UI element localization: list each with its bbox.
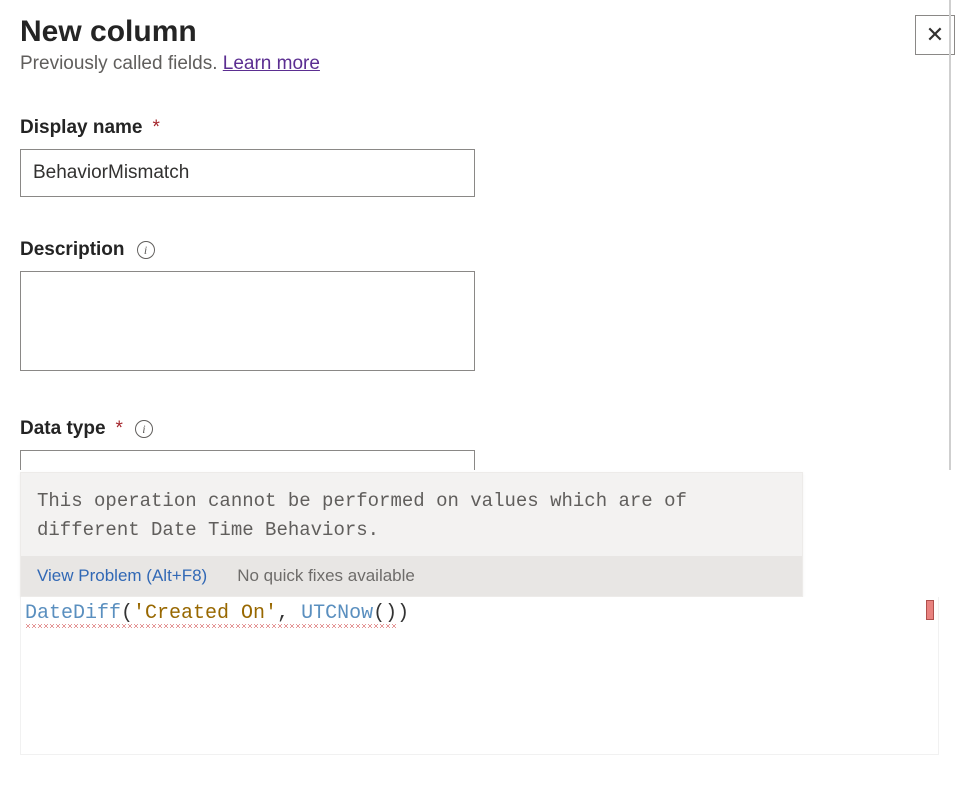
description-input[interactable] (20, 271, 475, 371)
error-message: This operation cannot be performed on va… (21, 473, 802, 556)
required-indicator: * (153, 117, 160, 139)
panel-right-border (949, 0, 951, 470)
token-paren: ) (397, 602, 409, 625)
info-icon[interactable]: i (135, 420, 153, 438)
data-type-label-text: Data type (20, 418, 106, 440)
display-name-label: Display name * (20, 117, 955, 139)
view-problem-link[interactable]: View Problem (Alt+F8) (37, 566, 207, 586)
token-comma: , (277, 602, 301, 625)
info-icon[interactable]: i (137, 241, 155, 259)
header-row: New column Previously called fields. Lea… (20, 15, 955, 75)
header-left: New column Previously called fields. Lea… (20, 15, 320, 75)
tooltip-action-bar: View Problem (Alt+F8) No quick fixes ava… (21, 556, 802, 596)
formula-section: This operation cannot be performed on va… (20, 472, 955, 755)
formula-editor[interactable]: DateDiff('Created On', UTCNow()) (20, 597, 939, 755)
required-indicator: * (116, 418, 123, 440)
display-name-input[interactable] (20, 149, 475, 197)
token-function: DateDiff (25, 602, 121, 625)
formula-error-underline: DateDiff('Created On', UTCNow() (25, 602, 397, 628)
no-quick-fixes-text: No quick fixes available (237, 566, 415, 586)
token-paren: ) (385, 602, 397, 625)
data-type-select[interactable] (20, 450, 475, 470)
learn-more-link[interactable]: Learn more (223, 53, 320, 74)
subtitle-prefix: Previously called fields. (20, 53, 223, 74)
description-field: Description i (20, 239, 955, 376)
page-title: New column (20, 15, 320, 49)
data-type-field: Data type * i (20, 418, 955, 470)
token-paren: ( (373, 602, 385, 625)
token-string: 'Created On' (133, 602, 277, 625)
description-label-text: Description (20, 239, 125, 261)
data-type-label: Data type * i (20, 418, 955, 440)
description-label: Description i (20, 239, 955, 261)
error-tooltip: This operation cannot be performed on va… (20, 472, 803, 597)
scrollbar-marker[interactable] (926, 600, 934, 620)
token-function: UTCNow (301, 602, 373, 625)
token-paren: ( (121, 602, 133, 625)
page-subtitle: Previously called fields. Learn more (20, 53, 320, 75)
display-name-field: Display name * (20, 117, 955, 197)
close-icon: ✕ (926, 22, 944, 48)
display-name-label-text: Display name (20, 117, 143, 139)
